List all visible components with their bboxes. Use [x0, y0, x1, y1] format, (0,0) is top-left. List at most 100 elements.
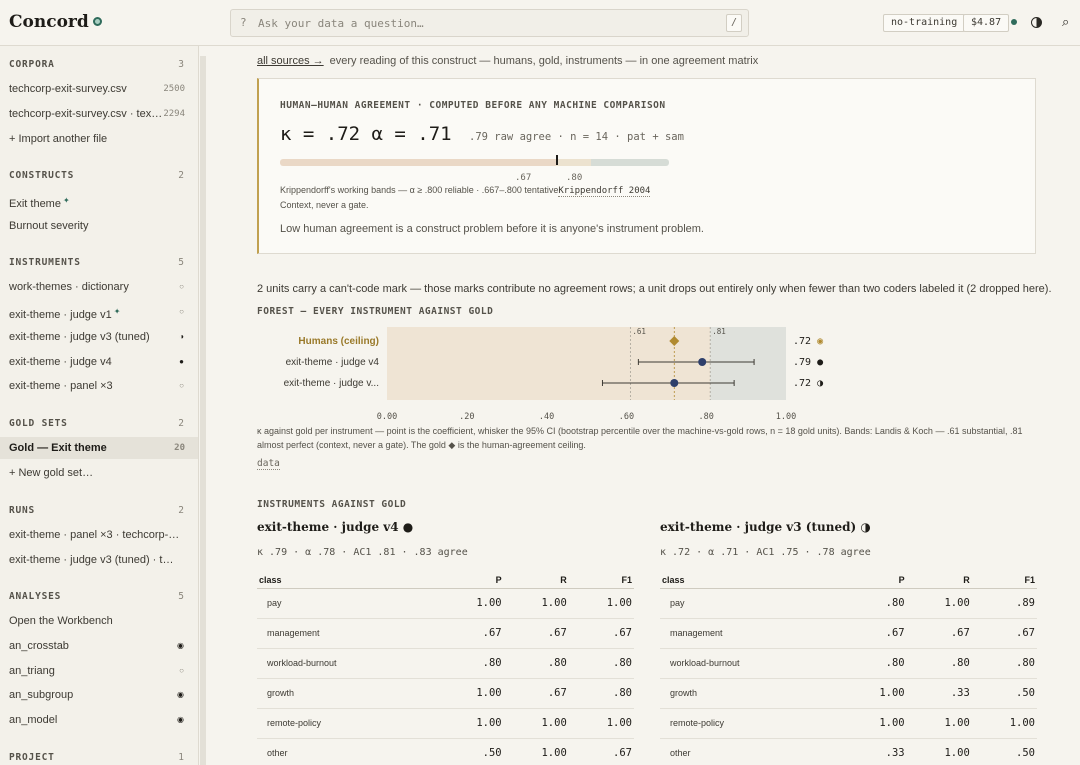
sidebar-item-instrument[interactable]: exit-theme · panel ×3 ○	[0, 375, 198, 397]
sidebar-item-instrument[interactable]: exit-theme · judge v1 ✦ ○	[0, 301, 198, 323]
cell-r: 1.00	[503, 588, 569, 619]
sidebar-item-label: an_crosstab	[9, 640, 69, 652]
table-header-row: class P R F1	[257, 572, 634, 589]
column-header-f1: F1	[971, 572, 1037, 589]
import-file-link[interactable]: + Import another file	[0, 128, 198, 150]
sidebar-item-label: Burnout severity	[9, 220, 89, 232]
sidebar-item-burnout-severity[interactable]: Burnout severity	[0, 215, 198, 237]
section-count-instruments: 5	[178, 257, 184, 268]
cell-p: .33	[841, 738, 907, 765]
mode-pill[interactable]: no-training	[883, 14, 966, 32]
agreement-subline: .79 raw agree · n = 14 · pat + sam	[469, 131, 684, 143]
forest-reference-label: .81	[712, 327, 726, 336]
sidebar-item-label: exit-theme · judge v3 (tuned) · t…	[9, 554, 174, 566]
sidebar-item-gold-exit-theme[interactable]: Gold — Exit theme 20	[0, 437, 198, 459]
cell-p: 1.00	[438, 588, 504, 619]
search-input[interactable]	[258, 13, 698, 33]
forest-point	[698, 358, 707, 366]
cell-cls: management	[660, 618, 842, 649]
cell-p: 1.00	[438, 678, 504, 709]
cell-r: 1.00	[906, 588, 972, 619]
forest-point	[670, 379, 679, 387]
table-row: growth 1.00.33.50	[660, 678, 1037, 709]
section-count-gold-sets: 2	[178, 418, 184, 429]
band-tick-tentative: .67	[515, 173, 532, 183]
sidebar-item-run[interactable]: exit-theme · panel ×3 · techcorp-…	[0, 524, 198, 546]
section-header-gold-sets: GOLD SETS	[9, 418, 68, 429]
section-header-corpora: CORPORA	[9, 59, 55, 70]
cell-r: .80	[503, 648, 569, 679]
cell-f1: .67	[971, 618, 1037, 649]
all-sources-link[interactable]: all sources →	[257, 55, 324, 67]
section-header-constructs: CONSTRUCTS	[9, 170, 75, 181]
sidebar-scrollbar[interactable]	[200, 56, 206, 765]
agreement-headline: κ = .72 α = .71	[280, 123, 452, 145]
cell-cls: workload-burnout	[257, 648, 439, 679]
forest-data-link[interactable]: data	[257, 458, 280, 470]
sidebar-item-analysis[interactable]: an_triang ○	[0, 660, 198, 682]
agreement-footer: Low human agreement is a construct probl…	[280, 223, 704, 235]
dotted-circle-icon: ◉	[177, 690, 184, 699]
sidebar-item-label: exit-theme · judge v1	[9, 309, 112, 321]
sidebar-item-analysis[interactable]: an_crosstab ◉	[0, 635, 198, 657]
cost-pill[interactable]: $4.87	[963, 14, 1010, 32]
forest-row-value: .72 ◑	[793, 378, 824, 389]
sidebar-item-exit-theme[interactable]: Exit theme ✦	[0, 190, 198, 212]
instrument-stats: κ .72 · α .71 · AC1 .75 · .78 agree	[660, 547, 871, 558]
forest-row-label: exit-theme · judge v4	[285, 357, 379, 368]
cell-r: 1.00	[503, 708, 569, 739]
cell-p: .80	[438, 648, 504, 679]
app-logo[interactable]: Concord	[9, 12, 102, 32]
instrument-title: exit-theme · judge v4 ●	[257, 520, 414, 534]
section-count-analyses: 5	[178, 591, 184, 602]
cell-cls: other	[660, 738, 842, 765]
open-workbench-link[interactable]: Open the Workbench	[0, 610, 198, 632]
forest-axis-tick: 0.00	[377, 412, 397, 422]
cell-f1: .80	[568, 678, 634, 709]
sidebar-item-corpus-1[interactable]: techcorp-exit-survey.csv 2500	[0, 78, 198, 100]
forest-caption: κ against gold per instrument — point is…	[257, 426, 1023, 450]
section-header-instruments: INSTRUMENTS	[9, 257, 81, 268]
sidebar-item-analysis[interactable]: an_subgroup ◉	[0, 684, 198, 706]
sidebar-item-instrument[interactable]: exit-theme · judge v4 ●	[0, 351, 198, 373]
column-header-f1: F1	[568, 572, 634, 589]
search-box[interactable]: ? /	[230, 9, 749, 37]
reliability-band-bar	[280, 159, 669, 166]
section-header-analyses: ANALYSES	[9, 591, 62, 602]
sidebar-item-label: an_subgroup	[9, 689, 74, 701]
theme-toggle-icon[interactable]	[1031, 17, 1042, 28]
forest-row-value: .72 ◉	[793, 336, 824, 347]
column-header-class: class	[257, 572, 439, 589]
half-circle-icon: ◑	[179, 332, 184, 341]
sidebar-item-label: work-themes · dictionary	[9, 281, 129, 293]
sidebar-item-label: exit-theme · judge v3 (tuned)	[9, 331, 150, 343]
instrument-title: exit-theme · judge v3 (tuned) ◑	[660, 520, 871, 534]
cell-f1: .67	[568, 618, 634, 649]
instruments-against-gold-title: INSTRUMENTS AGAINST GOLD	[257, 499, 407, 510]
sidebar-item-corpus-2[interactable]: techcorp-exit-survey.csv · tex… 2294	[0, 103, 198, 125]
app-title: Concord	[9, 12, 89, 32]
sidebar-item-instrument[interactable]: exit-theme · judge v3 (tuned) ◑	[0, 326, 198, 348]
cell-p: .67	[438, 618, 504, 649]
table-row: remote-policy 1.00 1.00 1.00	[660, 708, 1037, 739]
cell-cls: pay	[660, 588, 842, 619]
new-gold-set-link[interactable]: + New gold set…	[0, 462, 198, 484]
search-icon[interactable]: ⌕	[1062, 14, 1069, 30]
table-row: workload-burnout .80.80.80	[257, 648, 634, 679]
cell-p: 1.00	[841, 678, 907, 709]
sidebar-item-run[interactable]: exit-theme · judge v3 (tuned) · t…	[0, 549, 198, 571]
card-eyebrow: HUMAN–HUMAN AGREEMENT · COMPUTED BEFORE …	[280, 100, 666, 111]
human-agreement-card: HUMAN–HUMAN AGREEMENT · COMPUTED BEFORE …	[257, 78, 1036, 254]
citation-link[interactable]: Krippendorff 2004	[558, 186, 651, 197]
sidebar-item-label: + Import another file	[9, 133, 108, 145]
logo-dot-icon	[92, 17, 102, 26]
cell-p: .50	[438, 738, 504, 765]
sidebar-item-instrument[interactable]: work-themes · dictionary ○	[0, 276, 198, 298]
forest-reference-label: .61	[632, 327, 646, 336]
table-row: growth 1.00.67.80	[257, 678, 634, 709]
band-tick-reliable: .80	[566, 173, 583, 183]
sidebar-item-analysis[interactable]: an_model ◉	[0, 709, 198, 731]
forest-axis-tick: .80	[699, 412, 714, 422]
cell-r: 1.00	[906, 708, 972, 739]
cell-p: .80	[841, 648, 907, 679]
